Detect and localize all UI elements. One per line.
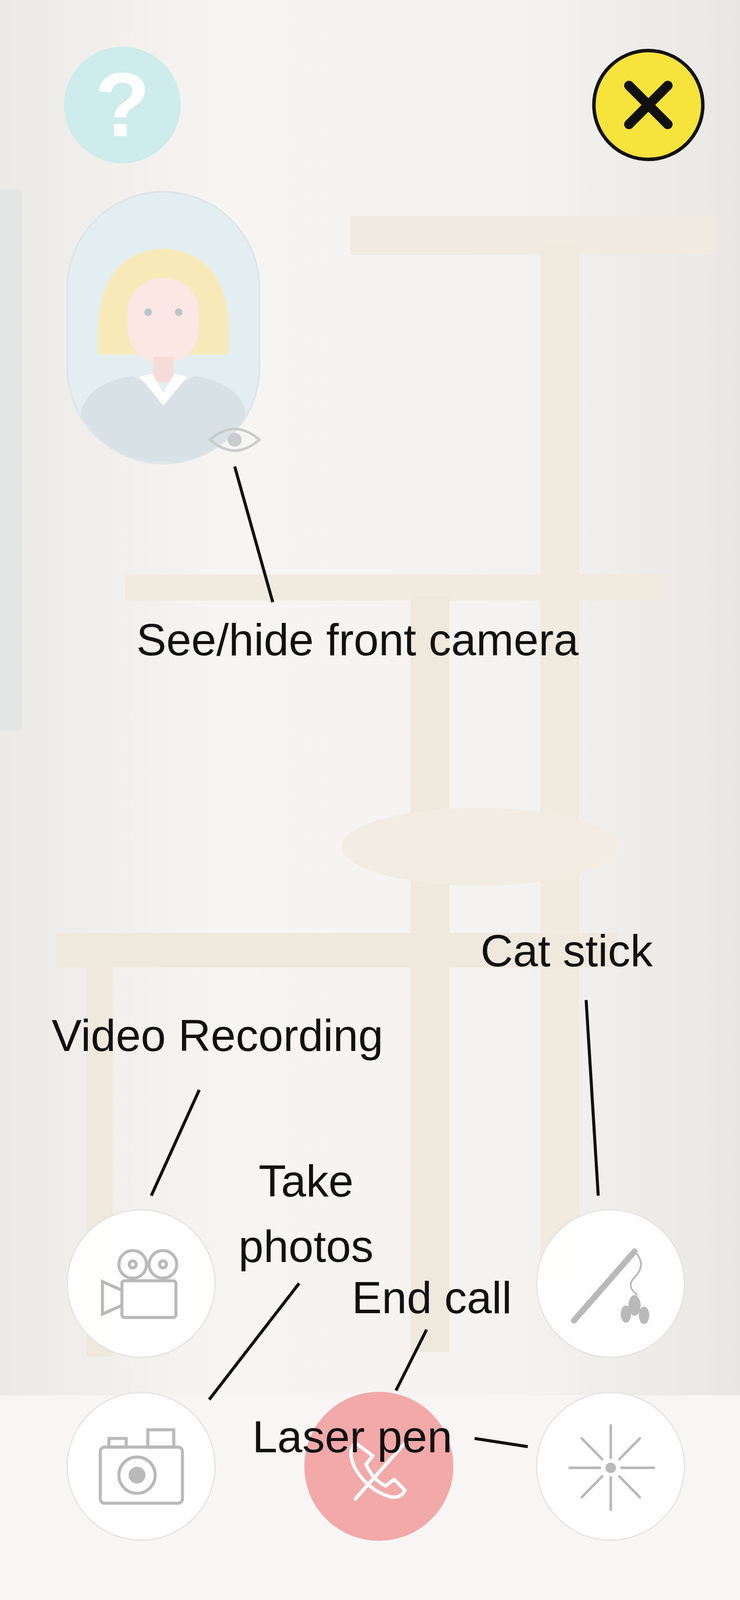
video-record-button[interactable]	[66, 1209, 216, 1359]
front-camera-preview[interactable]	[66, 191, 261, 465]
help-button[interactable]: ?	[63, 46, 181, 164]
laser-burst-icon	[561, 1417, 661, 1518]
cat-stick-icon	[561, 1234, 661, 1335]
annotation-label: Laser pen	[252, 1405, 453, 1471]
annotation-label: Cat stick	[480, 918, 654, 985]
annotation-label: Video Recording	[51, 1003, 383, 1069]
tutorial-overlay: ? See/hide front camera Video Recording Cat…	[0, 0, 740, 1600]
annotation-label: Take photos	[223, 1149, 389, 1280]
pointer-line	[234, 466, 273, 603]
pointer-lines	[0, 0, 740, 1600]
camera-icon	[91, 1417, 192, 1518]
pointer-line	[151, 1090, 200, 1197]
pointer-line	[209, 1284, 300, 1401]
pointer-line	[586, 1000, 599, 1197]
pointer-line	[474, 1439, 528, 1448]
take-photo-button[interactable]	[66, 1392, 216, 1542]
annotation-label: End call	[351, 1266, 512, 1332]
close-button[interactable]	[592, 48, 705, 162]
annotation-label: See/hide front camera	[136, 607, 579, 674]
eye-icon[interactable]	[206, 422, 263, 458]
cat-stick-button[interactable]	[535, 1209, 686, 1359]
close-icon	[618, 74, 679, 136]
film-camera-icon	[91, 1234, 192, 1335]
laser-pen-button[interactable]	[535, 1392, 686, 1542]
pointer-line	[395, 1330, 427, 1392]
